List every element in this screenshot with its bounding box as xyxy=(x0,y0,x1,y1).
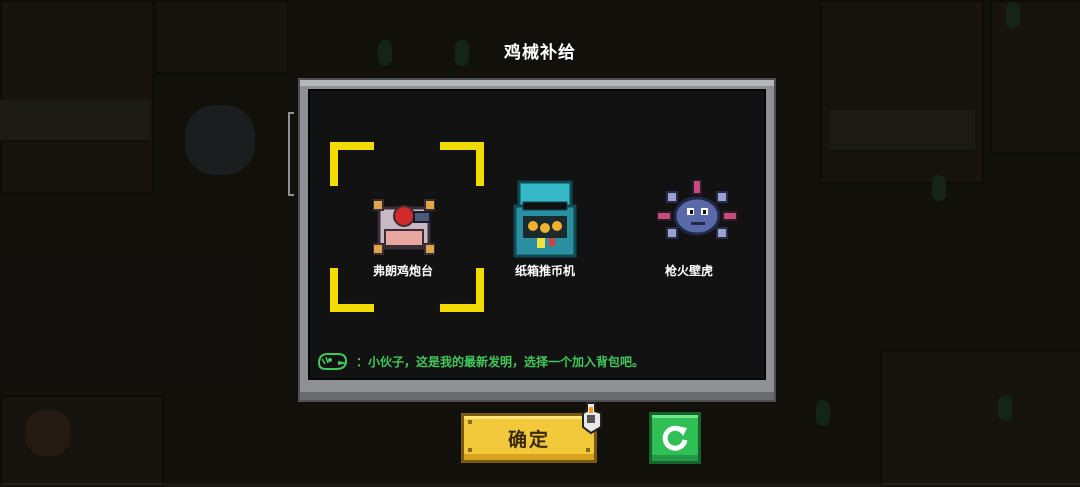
monitor-bezel-bottom xyxy=(300,392,774,400)
gunfire-gecko-icon xyxy=(657,180,737,239)
item-label: 弗朗鸡炮台 xyxy=(372,264,433,278)
confirm-button-label: 确定 xyxy=(507,428,550,451)
refresh-button[interactable] xyxy=(649,412,701,464)
npc-message-text: ：小伙子，这是我的最新发明，选择一个加入背包吧。 xyxy=(356,354,645,369)
item-option-coin-pusher[interactable]: 纸箱推币机 xyxy=(485,0,605,300)
item-label: 枪火壁虎 xyxy=(664,264,713,278)
rivet xyxy=(468,448,472,452)
rivet xyxy=(468,420,472,424)
rivet xyxy=(586,448,590,452)
item-option-chicken-turret[interactable]: 弗朗鸡炮台 xyxy=(343,0,463,300)
chicken-head-icon xyxy=(317,353,348,370)
npc-message: ：小伙子，这是我的最新发明，选择一个加入背包吧。 xyxy=(316,350,644,372)
monitor-antenna xyxy=(288,112,294,196)
chicken-cannon-turret-icon xyxy=(373,199,435,255)
refresh-icon xyxy=(662,425,688,451)
pointer-cursor-icon xyxy=(582,402,602,435)
item-option-gunfire-gecko[interactable]: 枪火壁虎 xyxy=(629,0,749,300)
item-label: 纸箱推币机 xyxy=(514,264,575,278)
cardboard-coin-pusher-icon xyxy=(513,180,577,258)
